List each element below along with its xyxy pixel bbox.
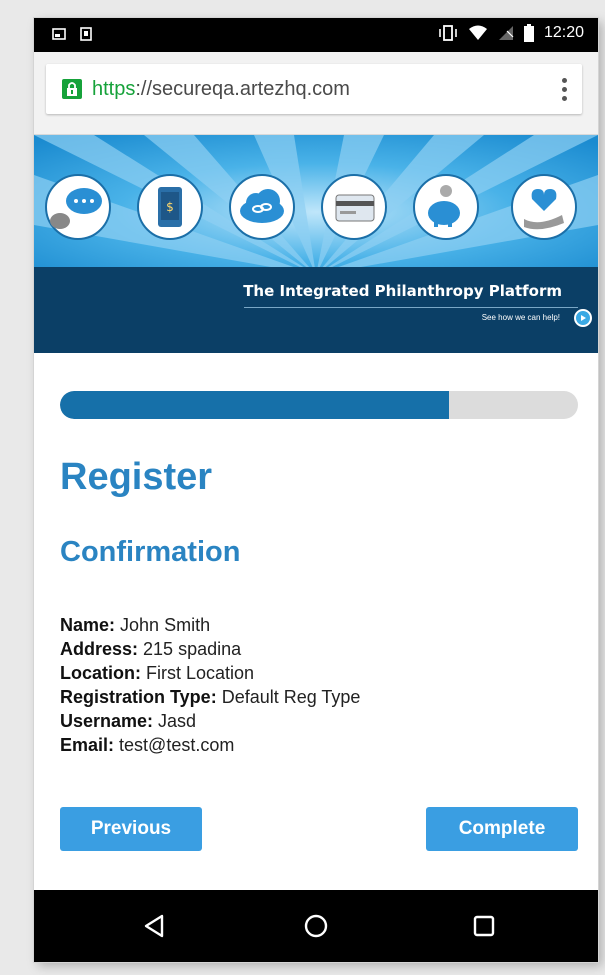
previous-button[interactable]: Previous (60, 807, 202, 851)
detail-value: test@test.com (114, 735, 235, 755)
detail-label: Registration Type: (60, 687, 217, 707)
progress-fill (60, 391, 449, 419)
banner-tagline: The Integrated Philanthropy Platform (243, 282, 562, 300)
banner-help-link[interactable]: See how we can help! (482, 313, 560, 322)
complete-button[interactable]: Complete (426, 807, 578, 851)
detail-value: Jasd (153, 711, 197, 731)
detail-value: 215 spadina (138, 639, 242, 659)
browser-menu-icon[interactable] (562, 78, 568, 102)
detail-location: Location: First Location (60, 661, 560, 685)
detail-label: Location: (60, 663, 141, 683)
detail-label: Name: (60, 615, 116, 635)
detail-registration-type: Registration Type: Default Reg Type (60, 685, 560, 709)
banner-divider (244, 307, 578, 308)
detail-label: Address: (60, 639, 139, 659)
detail-label: Username: (60, 711, 154, 731)
battery-icon (523, 24, 534, 42)
arrow-right-circle-icon[interactable] (574, 309, 592, 327)
detail-value: John Smith (115, 615, 211, 635)
phone-screen: 12:20 https://secureqa.artezhq.com $ The… (34, 18, 598, 962)
detail-email: Email: test@test.com (60, 733, 560, 757)
mobile-phone-icon: $ (158, 187, 182, 227)
url-field[interactable]: https://secureqa.artezhq.com (46, 64, 582, 114)
page-title: Register (60, 456, 213, 498)
status-clock: 12:20 (543, 24, 584, 41)
vibrate-icon (439, 25, 457, 41)
confirmation-details: Name: John Smith Address: 215 spadina Lo… (60, 613, 560, 757)
credit-card-icon (335, 194, 375, 222)
detail-value: Default Reg Type (216, 687, 361, 707)
home-icon[interactable] (302, 912, 330, 940)
status-bar: 12:20 (34, 18, 598, 52)
system-navigation-bar (34, 890, 598, 962)
url-host: ://secureqa.artezhq.com (135, 77, 350, 100)
back-icon[interactable] (140, 912, 168, 940)
secure-lock-icon (62, 79, 82, 99)
detail-address: Address: 215 spadina (60, 637, 560, 661)
browser-address-bar: https://secureqa.artezhq.com (34, 52, 598, 135)
section-title: Confirmation (60, 536, 241, 568)
registration-progress-bar (60, 391, 578, 419)
download-notification-icon (80, 27, 92, 41)
recent-apps-icon[interactable] (470, 912, 498, 940)
svg-text:$: $ (166, 200, 174, 214)
detail-label: Email: (60, 735, 115, 755)
signal-icon (498, 26, 514, 40)
detail-value: First Location (141, 663, 255, 683)
url-scheme: https (92, 77, 136, 100)
wifi-icon (468, 25, 487, 40)
detail-username: Username: Jasd (60, 709, 560, 733)
url-text: https://secureqa.artezhq.com (92, 78, 350, 101)
detail-name: Name: John Smith (60, 613, 560, 637)
hero-banner: $ The Integrated Philanthropy Platform S… (34, 135, 598, 353)
screenshot-notification-icon (52, 28, 66, 40)
